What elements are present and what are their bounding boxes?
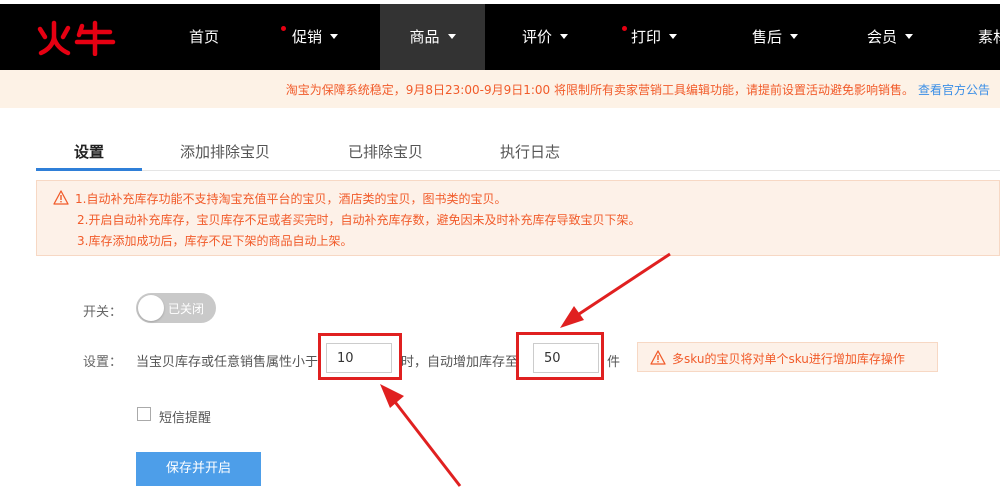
annotation-arrow: [560, 252, 671, 328]
annotation-arrow: [380, 384, 462, 487]
annotation-arrows: [380, 252, 671, 487]
